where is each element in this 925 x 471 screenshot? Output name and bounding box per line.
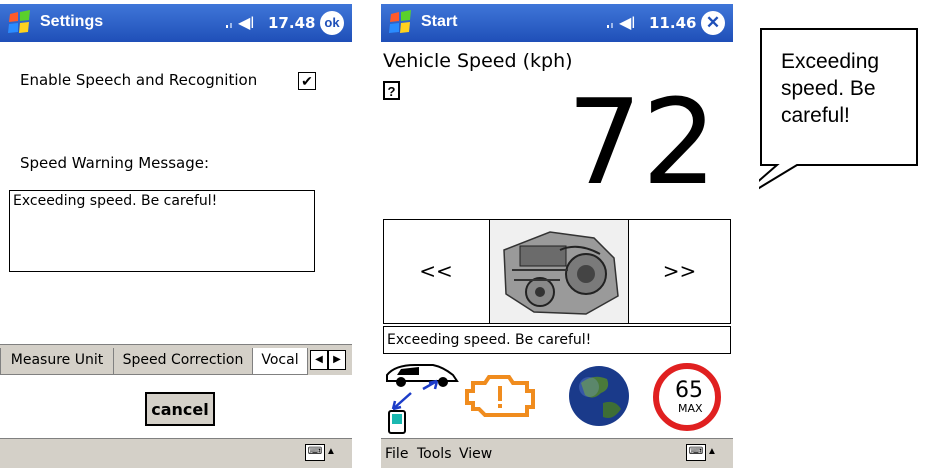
- title-bar: Settings ◀ǀ 17.48 ok: [0, 4, 352, 42]
- speaker-icon[interactable]: ◀ǀ: [619, 13, 635, 33]
- enable-speech-checkbox[interactable]: ✔: [298, 72, 316, 90]
- check-mark-icon: ✔: [301, 73, 313, 89]
- menu-tools[interactable]: Tools: [417, 446, 452, 462]
- clock[interactable]: 11.46: [649, 14, 696, 32]
- image-navigator: << >>: [383, 219, 731, 324]
- warning-message-label: Speed Warning Message:: [20, 154, 210, 172]
- speed-limit-value: 65: [675, 378, 703, 403]
- input-panel-arrow-icon[interactable]: ▲: [707, 446, 717, 457]
- speed-limit-label: MAX: [678, 402, 703, 415]
- help-button[interactable]: ?: [383, 81, 400, 100]
- car-connection-icon: [386, 364, 459, 434]
- tab-speed-correction[interactable]: Speed Correction: [113, 348, 253, 375]
- tab-measure-unit[interactable]: Measure Unit: [0, 348, 114, 375]
- callout-text: Exceeding speed. Be careful!: [781, 50, 880, 127]
- engine-image: [489, 220, 629, 323]
- window-title: Settings: [40, 13, 104, 30]
- tab-vocal[interactable]: Vocal: [252, 348, 308, 375]
- menu-view[interactable]: View: [459, 446, 492, 462]
- title-bar: Start ◀ǀ 11.46 ✕: [381, 4, 733, 42]
- settings-screen: Settings ◀ǀ 17.48 ok Enable Speech and R…: [0, 4, 352, 468]
- signal-icon: [607, 23, 613, 28]
- close-icon[interactable]: ✕: [701, 11, 725, 35]
- engine-warning-icon: [465, 375, 535, 417]
- speed-readout: 72: [566, 73, 717, 211]
- clock[interactable]: 17.48: [268, 14, 315, 32]
- enable-speech-label: Enable Speech and Recognition: [20, 71, 258, 89]
- menu-bar: File Tools View ⌨ ▲: [381, 438, 733, 468]
- menu-file[interactable]: File: [385, 446, 408, 462]
- input-panel-arrow-icon[interactable]: ▲: [326, 446, 336, 457]
- next-button[interactable]: >>: [628, 220, 731, 323]
- engine-picture: [490, 220, 628, 323]
- tab-bar: Measure Unit Speed Correction Vocal ◀ ▶: [0, 344, 352, 375]
- speaker-icon[interactable]: ◀ǀ: [238, 13, 254, 33]
- previous-button[interactable]: <<: [384, 220, 488, 323]
- warning-message-input[interactable]: Exceeding speed. Be careful!: [9, 190, 315, 272]
- ok-button[interactable]: ok: [320, 11, 344, 35]
- window-title: Start: [421, 13, 458, 30]
- menu-bar: ⌨ ▲: [0, 438, 352, 468]
- tab-scroll-left-icon[interactable]: ◀: [310, 350, 328, 370]
- windows-start-icon[interactable]: [6, 10, 34, 36]
- signal-icon: [226, 23, 232, 28]
- cancel-button[interactable]: cancel: [145, 392, 215, 426]
- start-screen: Start ◀ǀ 11.46 ✕ Vehicle Speed (kph) ? 7…: [381, 4, 733, 468]
- keyboard-icon[interactable]: ⌨: [305, 444, 325, 461]
- keyboard-icon[interactable]: ⌨: [686, 444, 706, 461]
- tab-scroll-right-icon[interactable]: ▶: [328, 350, 346, 370]
- status-message: Exceeding speed. Be careful!: [383, 326, 731, 354]
- windows-start-icon[interactable]: [387, 10, 415, 36]
- speed-label: Vehicle Speed (kph): [383, 50, 573, 72]
- globe-icon: [569, 366, 629, 426]
